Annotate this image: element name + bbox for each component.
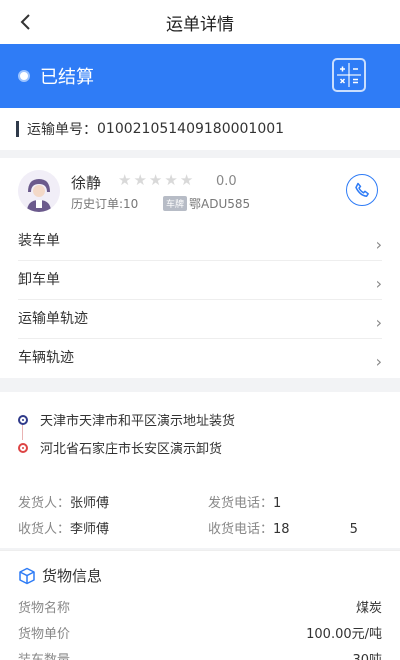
receiver: 收货人：李师傅: [18, 518, 109, 537]
call-button[interactable]: [346, 174, 378, 206]
chevron-right-icon: ›: [375, 352, 382, 371]
shipper-phone-label: 发货电话：: [208, 496, 274, 511]
route-section: 天津市天津市和平区演示地址装货 河北省石家庄市长安区演示卸货: [0, 392, 400, 482]
route-destination: 河北省石家庄市长安区演示卸货: [18, 438, 222, 457]
star-icon: ★: [179, 171, 194, 189]
driver-avatar: [18, 170, 60, 212]
contacts-section: 发货人：张师傅 发货电话：1 收货人：李师傅 收货电话：18 5: [0, 482, 400, 548]
status-dot-icon: [18, 70, 30, 82]
driver-info: 徐静 ★ ★ ★ ★ ★ 0.0 历史订单:10 车牌 鄂ADU585: [0, 158, 400, 222]
goods-row-value: 30吨: [352, 652, 382, 660]
menu-item-label: 卸车单: [18, 272, 60, 288]
receiver-label: 收货人：: [18, 522, 71, 537]
section-marker: [16, 121, 19, 137]
goods-row: 装车数量 30吨: [18, 645, 382, 660]
waybill-number-label: 运输单号：: [27, 122, 97, 138]
menu-item-unloading-order[interactable]: 卸车单 ›: [18, 261, 382, 300]
menu-item-label: 车辆轨迹: [18, 350, 74, 366]
goods-section: 货物信息 货物名称 煤炭 货物单价 100.00元/吨 装车数量 30吨: [0, 550, 400, 660]
shipper-name: 张师傅: [70, 496, 110, 511]
phone-icon: [355, 182, 369, 197]
calculator-icon: [332, 58, 366, 92]
receiver-name: 李师傅: [70, 522, 110, 537]
shipper-phone-value: 1: [273, 496, 282, 511]
plate-badge: 车牌: [163, 196, 188, 211]
chevron-right-icon: ›: [375, 274, 382, 293]
driver-name: 徐静: [71, 174, 102, 192]
destination-address: 河北省石家庄市长安区演示卸货: [40, 442, 223, 457]
origin-address: 天津市天津市和平区演示地址装货: [40, 414, 236, 429]
waybill-number-value: 010021051409180001001: [97, 121, 285, 137]
origin-dot-icon: [18, 414, 28, 425]
destination-dot-icon: [18, 442, 28, 453]
chevron-left-icon: [20, 14, 30, 30]
star-icon: ★: [133, 171, 147, 189]
receiver-phone: 收货电话：18 5: [208, 518, 358, 537]
rating-value: 0.0: [216, 174, 237, 189]
status-banner: 已结算: [0, 44, 400, 108]
menu-item-waybill-track[interactable]: 运输单轨迹 ›: [18, 300, 382, 339]
waybill-number-row: 运输单号： 010021051409180001001: [0, 108, 400, 150]
menu-item-loading-order[interactable]: 装车单 ›: [18, 222, 382, 261]
goods-row: 货物名称 煤炭: [18, 593, 382, 619]
back-button[interactable]: [12, 8, 40, 36]
waybill-detail-page: 运单详情 已结算 运输单号： 010021051409180001001 徐静 …: [0, 0, 400, 660]
driver-card: 徐静 ★ ★ ★ ★ ★ 0.0 历史订单:10 车牌 鄂ADU585 装车单 …: [0, 158, 400, 378]
star-icon: ★: [118, 171, 132, 189]
goods-row: 货物单价 100.00元/吨: [18, 619, 382, 645]
route-origin: 天津市天津市和平区演示地址装货: [18, 410, 235, 429]
package-icon: [19, 567, 35, 584]
chevron-right-icon: ›: [375, 235, 382, 254]
redaction-mask: [289, 523, 350, 536]
shipper-phone: 发货电话：1: [208, 492, 281, 511]
goods-title: 货物信息: [42, 567, 103, 585]
chevron-right-icon: ›: [375, 313, 382, 332]
rating-stars: ★ ★ ★ ★ ★: [118, 173, 193, 188]
shipper-label: 发货人：: [18, 496, 71, 511]
plate-number: 鄂ADU585: [189, 197, 251, 211]
goods-row-value: 100.00元/吨: [306, 626, 382, 642]
navigation-bar: 运单详情: [0, 0, 400, 44]
user-avatar-icon: [18, 170, 60, 212]
shipper: 发货人：张师傅: [18, 492, 109, 511]
goods-row-label: 装车数量: [18, 652, 71, 660]
star-icon: ★: [164, 171, 178, 189]
goods-row-label: 货物单价: [18, 626, 71, 642]
menu-item-label: 运输单轨迹: [18, 311, 88, 327]
receiver-phone-label: 收货电话：: [208, 522, 274, 537]
status-label: 已结算: [40, 67, 94, 88]
page-title: 运单详情: [166, 14, 234, 35]
menu-item-vehicle-track[interactable]: 车辆轨迹 ›: [18, 339, 382, 378]
menu-item-label: 装车单: [18, 233, 60, 249]
receiver-phone-tail: 5: [349, 522, 358, 537]
receiver-phone-value: 18: [273, 522, 290, 537]
goods-row-value: 煤炭: [355, 600, 382, 616]
goods-row-label: 货物名称: [18, 600, 71, 616]
history-orders: 历史订单:10: [71, 197, 139, 211]
star-icon: ★: [148, 171, 163, 189]
goods-header: 货物信息: [18, 565, 102, 586]
